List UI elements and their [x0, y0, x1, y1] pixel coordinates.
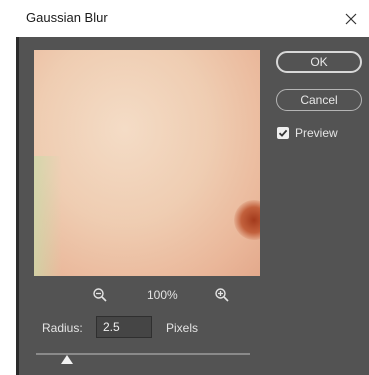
zoom-in-icon[interactable] — [214, 287, 230, 303]
cancel-button[interactable]: Cancel — [276, 89, 362, 111]
triangle-up-icon[interactable] — [61, 355, 73, 364]
preview-checkbox[interactable]: Preview — [277, 125, 338, 141]
checkmark-icon — [278, 129, 288, 137]
gaussian-blur-dialog: Gaussian Blur 100% Radius: Pixels OK Can… — [16, 0, 369, 375]
checkbox-box[interactable] — [277, 127, 289, 139]
title-bar: Gaussian Blur — [16, 0, 369, 37]
zoom-controls: 100% — [34, 285, 260, 305]
zoom-out-icon[interactable] — [92, 287, 108, 303]
units-label: Pixels — [166, 321, 199, 335]
radius-input[interactable] — [96, 316, 152, 338]
radius-label: Radius: — [42, 321, 83, 335]
ok-button[interactable]: OK — [276, 51, 362, 73]
close-button[interactable] — [333, 0, 369, 37]
preview-label: Preview — [295, 126, 338, 140]
dialog-title: Gaussian Blur — [26, 10, 108, 25]
window-edge — [16, 37, 19, 375]
zoom-level: 100% — [147, 288, 178, 302]
close-icon — [345, 13, 357, 24]
preview-dark-spot — [234, 200, 260, 240]
preview-edge-highlight — [34, 156, 62, 276]
preview-image[interactable] — [34, 50, 260, 276]
